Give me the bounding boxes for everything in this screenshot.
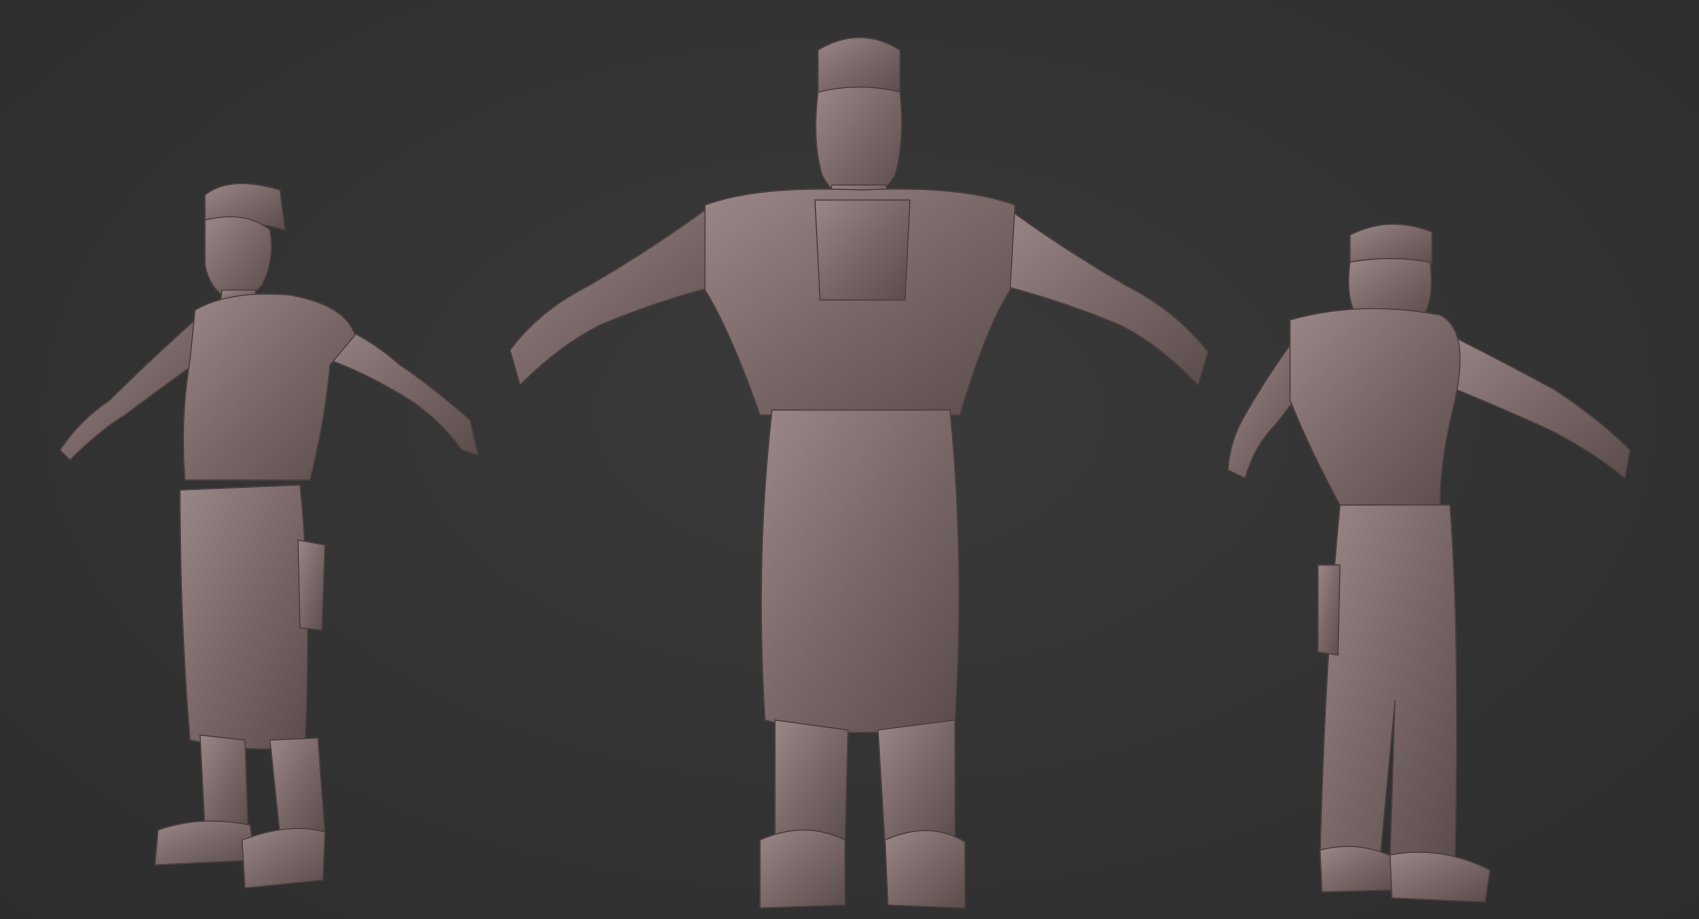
render-viewport — [0, 0, 1699, 919]
sculpt-figure-back — [0, 0, 1699, 919]
